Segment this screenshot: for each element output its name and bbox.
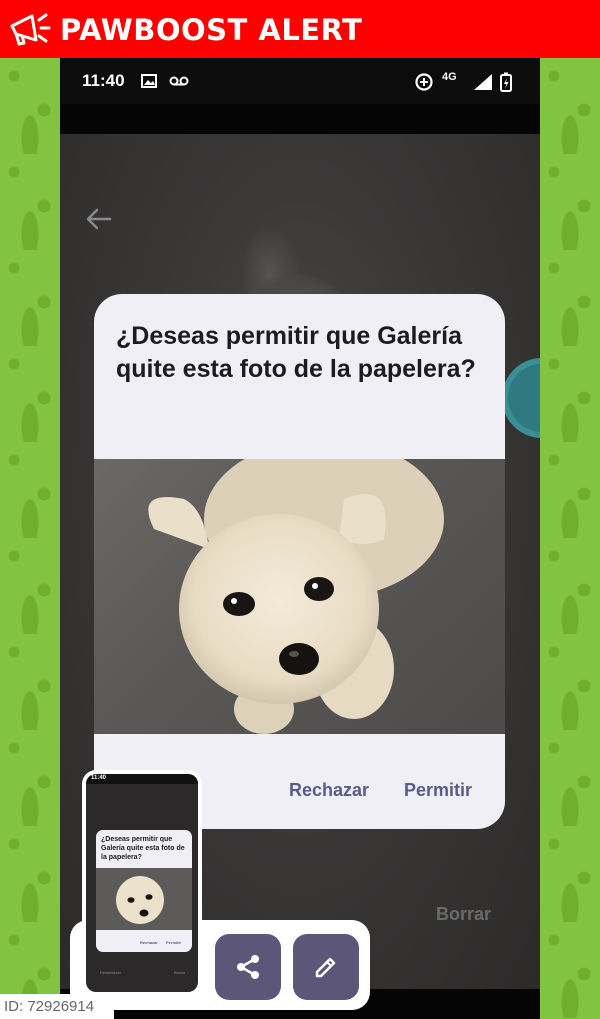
share-icon <box>237 955 259 979</box>
thumbnail-status-bar: 11:40 <box>86 774 198 784</box>
right-pattern <box>540 58 600 1019</box>
permission-dialog: ¿Deseas permitir que Galería quite esta … <box>94 294 505 829</box>
voicemail-icon <box>169 76 189 86</box>
network-type: 4G <box>442 71 457 83</box>
left-pattern <box>0 58 60 1019</box>
megaphone-icon <box>10 13 51 46</box>
screenshot-thumbnail[interactable]: 11:40 ¿Deseas permitir que Galería quite… <box>82 770 202 996</box>
back-arrow-icon[interactable] <box>84 204 114 234</box>
dialog-title: ¿Deseas permitir que Galería quite esta … <box>116 322 476 383</box>
thumbnail-dialog: ¿Deseas permitir que Galería quite esta … <box>96 830 192 952</box>
app-bar <box>60 104 540 134</box>
background-delete-button[interactable]: Borrar <box>436 904 491 925</box>
status-time: 11:40 <box>82 71 125 90</box>
pencil-icon <box>315 957 336 978</box>
data-saver-icon <box>415 73 433 91</box>
thumbnail-dog-photo <box>96 868 192 930</box>
share-button[interactable] <box>215 934 281 1000</box>
reject-button[interactable]: Rechazar <box>289 780 369 801</box>
thumbnail-bottom-right: Borrar <box>174 970 186 975</box>
thumbnail-time: 11:40 <box>91 775 107 781</box>
alert-title: PAWBOOST ALERT <box>60 13 363 47</box>
thumbnail-dialog-title: ¿Deseas permitir que Galería quite esta … <box>101 836 185 861</box>
listing-id: ID: 72926914 <box>0 994 114 1019</box>
signal-icon <box>474 74 492 90</box>
allow-button[interactable]: Permitir <box>404 780 472 801</box>
battery-icon <box>500 72 512 92</box>
image-icon <box>141 74 157 88</box>
status-bar: 11:40 4G <box>60 58 540 104</box>
dog-illustration <box>148 459 444 734</box>
thumbnail-allow: Permitir <box>166 940 182 945</box>
thumbnail-reject: Rechazar <box>140 940 158 945</box>
dog-photo <box>94 459 505 734</box>
alert-bar: PAWBOOST ALERT <box>0 0 600 58</box>
edit-button[interactable] <box>293 934 359 1000</box>
thumbnail-bottom-left: Restablecer <box>100 970 122 975</box>
thumbnail-screen: 11:40 ¿Deseas permitir que Galería quite… <box>86 774 198 992</box>
